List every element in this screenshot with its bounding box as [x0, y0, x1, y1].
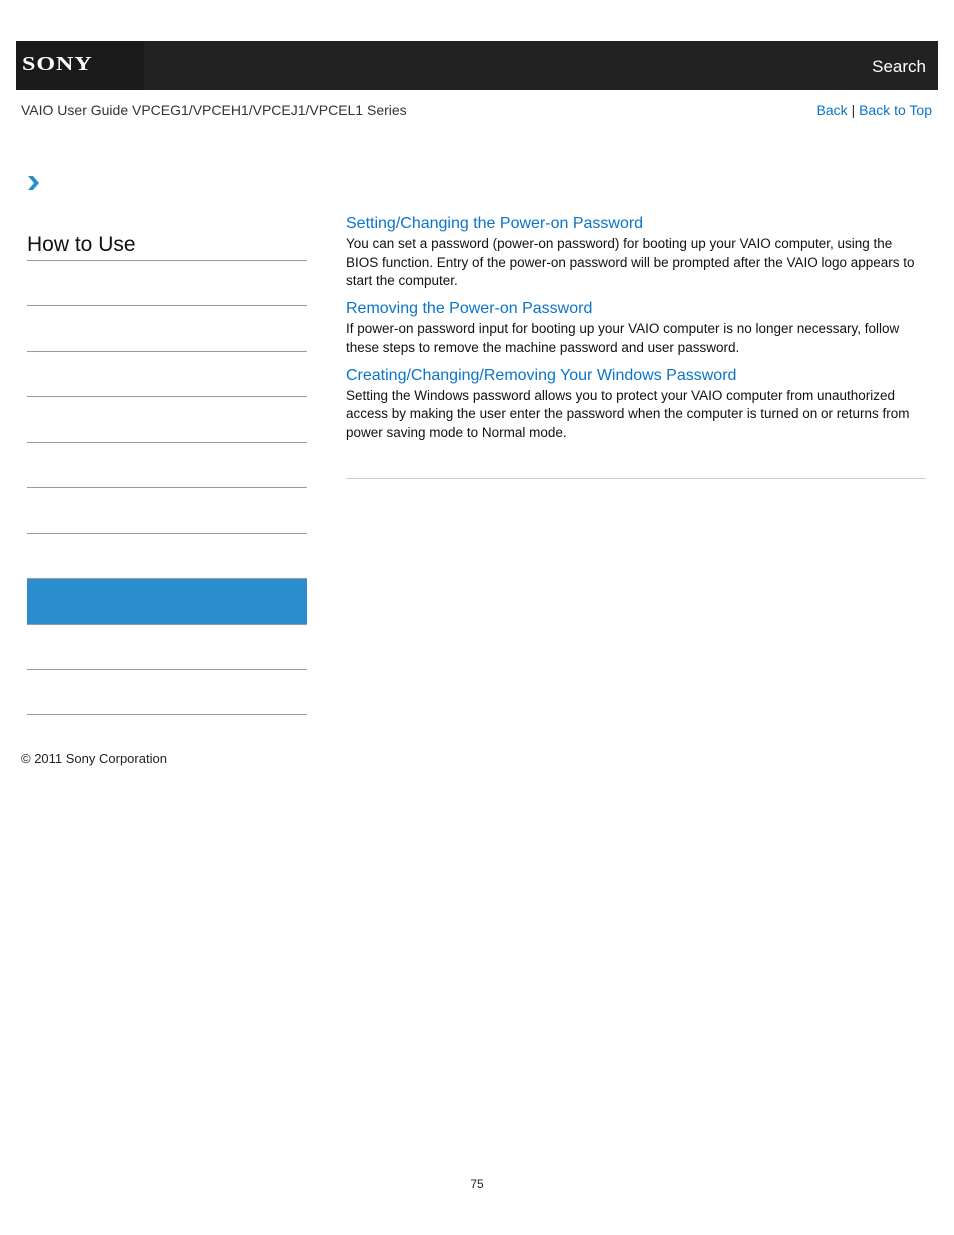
sidebar-divider	[27, 714, 307, 715]
copyright: © 2011 Sony Corporation	[21, 751, 167, 766]
chevron-right-icon[interactable]	[26, 175, 40, 191]
search-button[interactable]: Search	[872, 57, 926, 77]
topic-link[interactable]: Removing the Power-on Password	[346, 299, 926, 319]
sidebar-item[interactable]	[27, 533, 307, 578]
sidebar-item[interactable]	[27, 305, 307, 351]
header-bar: SONY Search	[16, 41, 938, 90]
back-to-top-link[interactable]: Back to Top	[859, 102, 932, 118]
sidebar-item-active[interactable]	[27, 578, 307, 624]
topic-item: Removing the Power-on Password If power-…	[346, 299, 926, 357]
sidebar-nav	[27, 260, 307, 715]
sidebar-item[interactable]	[27, 487, 307, 533]
topic-description: If power-on password input for booting u…	[346, 321, 900, 355]
topic-link[interactable]: Creating/Changing/Removing Your Windows …	[346, 366, 926, 386]
topic-list: Setting/Changing the Power-on Password Y…	[346, 214, 926, 451]
topic-item: Creating/Changing/Removing Your Windows …	[346, 366, 926, 443]
sidebar-item[interactable]	[27, 624, 307, 669]
sidebar-title: How to Use	[27, 233, 136, 256]
back-link[interactable]: Back	[817, 102, 848, 118]
topic-description: You can set a password (power-on passwor…	[346, 236, 915, 289]
sidebar-item[interactable]	[27, 442, 307, 487]
content-divider	[346, 478, 926, 479]
topic-item: Setting/Changing the Power-on Password Y…	[346, 214, 926, 291]
topic-link[interactable]: Setting/Changing the Power-on Password	[346, 214, 926, 234]
guide-title: VAIO User Guide VPCEG1/VPCEH1/VPCEJ1/VPC…	[21, 102, 407, 118]
sony-logo-box: SONY	[16, 41, 144, 90]
sidebar-item[interactable]	[27, 396, 307, 442]
sidebar-item[interactable]	[27, 351, 307, 396]
page-number: 75	[470, 1177, 484, 1191]
nav-separator: |	[851, 102, 856, 118]
sidebar-item[interactable]	[27, 260, 307, 305]
sidebar-item[interactable]	[27, 669, 307, 714]
topic-description: Setting the Windows password allows you …	[346, 387, 910, 440]
sony-logo: SONY	[22, 53, 93, 76]
nav-links: Back | Back to Top	[817, 102, 932, 118]
